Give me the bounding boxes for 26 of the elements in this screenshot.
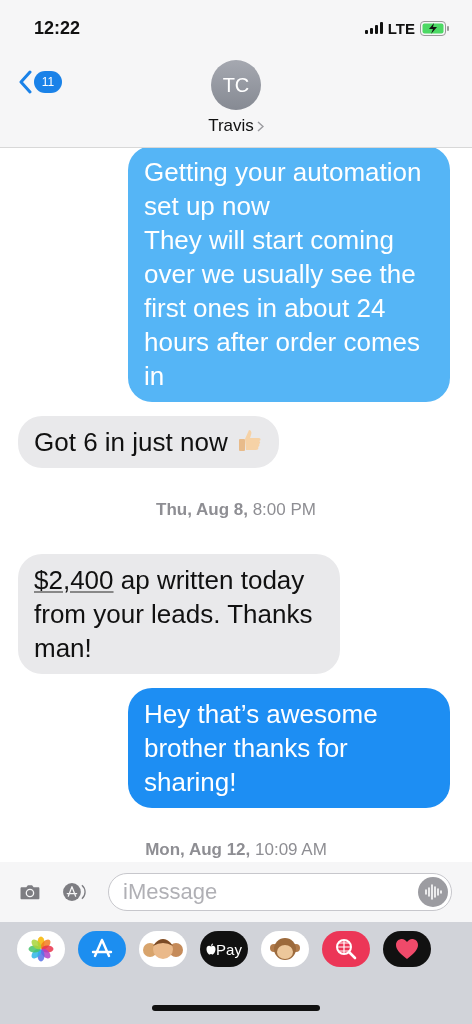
chevron-right-icon: [256, 120, 264, 132]
app-drawer-button[interactable]: [139, 931, 187, 967]
app-drawer-button[interactable]: [383, 931, 431, 967]
timestamp: Thu, Aug 8, 8:00 PM: [156, 500, 316, 520]
received-message: Got 6 in just now: [18, 416, 279, 468]
heart-icon: [395, 938, 419, 960]
apple-icon: [206, 943, 217, 955]
back-button[interactable]: 11: [18, 70, 62, 94]
clock: 12:22: [34, 17, 81, 39]
signal-icon: [364, 22, 383, 34]
contact-name[interactable]: Travis: [208, 116, 254, 136]
back-chevron-icon: [18, 70, 32, 94]
timestamp: Mon, Aug 12, 10:09 AM: [145, 840, 327, 860]
sent-message: Getting your automation set up now They will start coming over we usually see the first ones in about 24 hours after order comes in: [128, 148, 450, 402]
unread-badge: 11: [34, 71, 62, 93]
app-drawer-button[interactable]: Pay: [200, 931, 248, 967]
message-field[interactable]: iMessage: [108, 873, 452, 911]
network-label: LTE: [387, 19, 415, 37]
monkey-icon: [270, 935, 300, 963]
amount-link[interactable]: $2,400: [34, 565, 114, 595]
flower-icon: [28, 936, 54, 962]
sent-message: Hey that’s awesome brother thanks for sharing!: [128, 688, 450, 808]
received-message: $2,400 ap written today from your leads. Thanks man!: [18, 554, 340, 674]
battery-charging-icon: [420, 20, 450, 36]
globe-search-icon: [333, 936, 359, 962]
audio-waveform-icon[interactable]: [418, 877, 448, 907]
